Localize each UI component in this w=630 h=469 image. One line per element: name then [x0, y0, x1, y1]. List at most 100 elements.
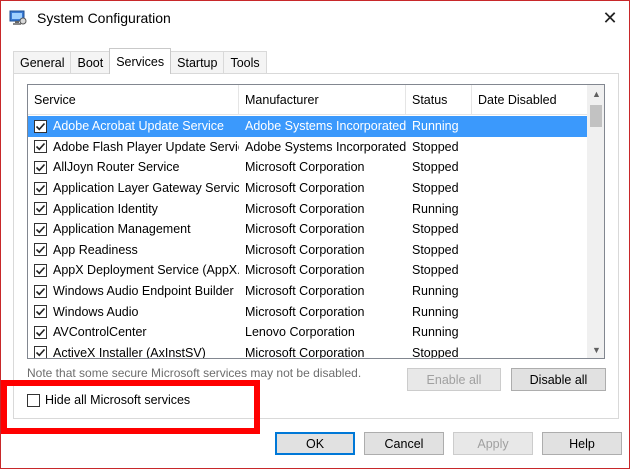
- table-row[interactable]: AVControlCenter Lenovo Corporation Running: [28, 322, 588, 343]
- service-checkbox[interactable]: [34, 243, 47, 257]
- list-header: Service Manufacturer Status Date Disable…: [28, 85, 588, 115]
- service-checkbox[interactable]: [34, 325, 47, 339]
- tab-startup[interactable]: Startup: [170, 51, 225, 73]
- service-name: Adobe Flash Player Update Service: [53, 139, 239, 154]
- table-row[interactable]: Adobe Acrobat Update Service Adobe System…: [28, 116, 588, 137]
- table-row[interactable]: ActiveX Installer (AxInstSV) Microsoft Co…: [28, 343, 588, 359]
- service-name: App Readiness: [53, 242, 138, 257]
- checkmark-icon: [35, 143, 46, 151]
- service-cell: Application Identity: [28, 202, 239, 216]
- services-list[interactable]: Service Manufacturer Status Date Disable…: [27, 84, 605, 359]
- tab-general[interactable]: General: [13, 51, 72, 73]
- service-rows: Adobe Acrobat Update Service Adobe System…: [28, 116, 588, 359]
- service-checkbox[interactable]: [34, 263, 47, 277]
- tab-tools[interactable]: Tools: [223, 51, 267, 73]
- service-checkbox[interactable]: [34, 305, 47, 319]
- status-cell: Running: [412, 201, 459, 216]
- service-checkbox[interactable]: [34, 222, 47, 236]
- table-row[interactable]: App Readiness Microsoft Corporation Stoppe…: [28, 240, 588, 261]
- table-row[interactable]: Application Identity Microsoft Corporatio…: [28, 198, 588, 219]
- service-checkbox[interactable]: [34, 119, 47, 133]
- manufacturer-cell: Adobe Systems Incorporated: [245, 139, 406, 154]
- table-row[interactable]: Windows Audio Microsoft Corporation Runnin…: [28, 301, 588, 322]
- service-cell: Windows Audio: [28, 305, 239, 319]
- service-name: ActiveX Installer (AxInstSV): [53, 345, 206, 359]
- status-cell: Stopped: [412, 263, 459, 278]
- service-checkbox[interactable]: [34, 140, 47, 154]
- service-checkbox[interactable]: [34, 284, 47, 298]
- service-name: AppX Deployment Service (AppX...: [53, 263, 239, 278]
- manufacturer-cell: Microsoft Corporation: [245, 345, 365, 359]
- service-name: AllJoyn Router Service: [53, 160, 180, 175]
- service-checkbox[interactable]: [34, 202, 47, 216]
- checkmark-icon: [35, 205, 46, 213]
- service-cell: App Readiness: [28, 243, 239, 257]
- service-cell: Adobe Flash Player Update Service: [28, 140, 239, 154]
- service-cell: Application Management: [28, 222, 239, 236]
- checkmark-icon: [35, 122, 46, 131]
- column-header-status[interactable]: Status: [406, 85, 472, 115]
- scroll-down-icon[interactable]: ▼: [588, 341, 604, 358]
- checkmark-icon: [35, 184, 46, 193]
- status-cell: Running: [412, 119, 459, 134]
- ok-button[interactable]: OK: [275, 432, 355, 455]
- manufacturer-cell: Microsoft Corporation: [245, 181, 365, 196]
- column-header-date-disabled[interactable]: Date Disabled: [472, 85, 587, 115]
- table-row[interactable]: Windows Audio Endpoint Builder Microsoft …: [28, 281, 588, 302]
- column-header-service[interactable]: Service: [28, 85, 239, 115]
- checkmark-icon: [35, 287, 46, 296]
- manufacturer-cell: Microsoft Corporation: [245, 222, 365, 237]
- manufacturer-cell: Microsoft Corporation: [245, 304, 365, 319]
- checkmark-icon: [35, 308, 46, 316]
- cancel-button[interactable]: Cancel: [364, 432, 444, 455]
- manufacturer-cell: Microsoft Corporation: [245, 160, 365, 175]
- table-row[interactable]: AllJoyn Router Service Microsoft Corporat…: [28, 157, 588, 178]
- checkmark-icon: [35, 163, 46, 172]
- service-cell: AllJoyn Router Service: [28, 160, 239, 174]
- tab-services[interactable]: Services: [109, 48, 172, 74]
- manufacturer-cell: Microsoft Corporation: [245, 242, 365, 257]
- close-button[interactable]: ✕: [599, 7, 621, 29]
- table-row[interactable]: Application Layer Gateway Service Microso…: [28, 178, 588, 199]
- checkmark-icon: [35, 225, 46, 234]
- table-row[interactable]: Adobe Flash Player Update Service Adobe S…: [28, 137, 588, 158]
- tab-boot[interactable]: Boot: [70, 51, 111, 73]
- system-configuration-window: System Configuration ✕ General Boot Serv…: [0, 0, 630, 469]
- status-cell: Stopped: [412, 139, 459, 154]
- service-checkbox[interactable]: [34, 346, 47, 358]
- scroll-up-icon[interactable]: ▲: [588, 85, 604, 102]
- tab-strip: General Boot Services Startup Tools: [13, 48, 267, 74]
- service-name: Windows Audio: [53, 304, 139, 319]
- service-cell: ActiveX Installer (AxInstSV): [28, 345, 239, 359]
- table-row[interactable]: Application Management Microsoft Corporat…: [28, 219, 588, 240]
- system-config-icon: [9, 10, 27, 26]
- vertical-scrollbar[interactable]: ▲ ▼: [587, 85, 604, 358]
- service-checkbox[interactable]: [34, 160, 47, 174]
- status-cell: Stopped: [412, 160, 459, 175]
- table-row[interactable]: AppX Deployment Service (AppX... Microsof…: [28, 260, 588, 281]
- enable-all-button[interactable]: Enable all: [407, 368, 501, 391]
- help-button[interactable]: Help: [542, 432, 622, 455]
- column-header-manufacturer[interactable]: Manufacturer: [239, 85, 406, 115]
- hide-microsoft-checkbox-box[interactable]: [27, 393, 40, 407]
- hide-microsoft-services-checkbox[interactable]: Hide all Microsoft services: [27, 393, 190, 407]
- disable-all-button[interactable]: Disable all: [511, 368, 606, 391]
- service-cell: AppX Deployment Service (AppX...: [28, 263, 239, 277]
- status-cell: Stopped: [412, 181, 459, 196]
- secure-services-note: Note that some secure Microsoft services…: [27, 366, 362, 380]
- manufacturer-cell: Microsoft Corporation: [245, 263, 365, 278]
- scrollbar-thumb[interactable]: [590, 105, 602, 127]
- manufacturer-cell: Lenovo Corporation: [245, 325, 355, 340]
- service-cell: Adobe Acrobat Update Service: [28, 119, 239, 133]
- service-checkbox[interactable]: [34, 181, 47, 195]
- hide-microsoft-label: Hide all Microsoft services: [45, 393, 191, 407]
- checkmark-icon: [35, 328, 46, 337]
- service-name: Adobe Acrobat Update Service: [53, 119, 224, 134]
- service-name: Application Management: [53, 222, 191, 237]
- apply-button[interactable]: Apply: [453, 432, 533, 455]
- checkmark-icon: [35, 246, 46, 254]
- status-cell: Stopped: [412, 222, 459, 237]
- manufacturer-cell: Microsoft Corporation: [245, 201, 365, 216]
- service-name: Application Layer Gateway Service: [53, 181, 239, 196]
- status-cell: Running: [412, 325, 459, 340]
